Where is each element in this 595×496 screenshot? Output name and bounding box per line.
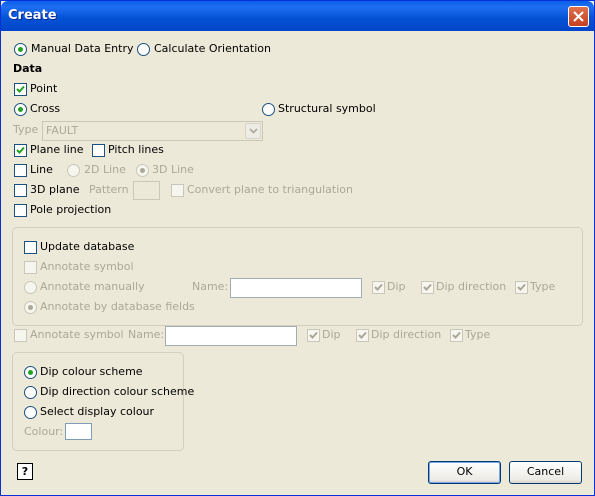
type-label: Type: [13, 123, 39, 136]
check-icon: [423, 283, 432, 291]
data-heading: Data: [13, 62, 43, 75]
type-combo[interactable]: FAULT: [42, 121, 263, 141]
cancel-button[interactable]: Cancel: [509, 461, 582, 484]
line-checkbox[interactable]: [14, 164, 27, 177]
plane-line-label: Plane line: [30, 143, 84, 156]
window-title: Create: [8, 8, 57, 23]
check-icon: [374, 283, 383, 291]
help-icon[interactable]: ?: [17, 463, 33, 480]
line-label: Line: [30, 163, 53, 176]
select-display-colour-label: Select display colour: [40, 405, 155, 418]
annot-dip-checkbox[interactable]: [307, 329, 320, 342]
3d-plane-label: 3D plane: [30, 183, 80, 196]
close-icon: [573, 11, 584, 22]
point-checkbox[interactable]: [14, 83, 27, 96]
close-button[interactable]: [568, 6, 589, 27]
pattern-label: Pattern: [89, 183, 129, 196]
title-bar: Create: [1, 1, 594, 31]
dip-direction-colour-scheme-radio[interactable]: [24, 386, 37, 399]
calculate-orientation-radio[interactable]: [137, 43, 150, 56]
pole-projection-label: Pole projection: [30, 203, 112, 216]
select-display-colour-radio[interactable]: [24, 406, 37, 419]
db-dip-direction-checkbox[interactable]: [421, 281, 434, 294]
annot-dip-direction-checkbox[interactable]: [356, 329, 369, 342]
db-name-label: Name:: [192, 280, 229, 293]
dip-colour-scheme-radio[interactable]: [24, 366, 37, 379]
db-type-label: Type: [530, 280, 556, 293]
annot-dip-direction-label: Dip direction: [371, 328, 442, 341]
annotate-symbol-label: Annotate symbol: [30, 328, 124, 341]
colour-swatch[interactable]: [65, 423, 92, 440]
type-dropdown-button[interactable]: [245, 123, 261, 139]
db-dip-checkbox[interactable]: [372, 281, 385, 294]
pattern-swatch[interactable]: [133, 181, 160, 200]
annot-dip-label: Dip: [322, 328, 341, 341]
manual-data-entry-radio[interactable]: [14, 43, 27, 56]
3d-line-radio[interactable]: [136, 164, 149, 177]
plane-line-checkbox[interactable]: [14, 144, 27, 157]
check-icon: [452, 331, 461, 339]
db-dip-label: Dip: [387, 280, 406, 293]
point-label: Point: [30, 82, 58, 95]
structural-symbol-radio[interactable]: [262, 103, 275, 116]
db-name-field[interactable]: [230, 278, 362, 298]
2d-line-label: 2D Line: [84, 163, 126, 176]
calculate-orientation-label: Calculate Orientation: [154, 42, 271, 55]
3d-plane-checkbox[interactable]: [14, 184, 27, 197]
cross-label: Cross: [30, 102, 61, 115]
annot-name-field[interactable]: [165, 326, 297, 346]
check-icon: [309, 331, 318, 339]
convert-plane-checkbox[interactable]: [171, 184, 184, 197]
create-dialog: Create Manual Data Entry Calculate Orien…: [0, 0, 595, 496]
convert-plane-label: Convert plane to triangulation: [187, 183, 353, 196]
check-icon: [358, 331, 367, 339]
update-database-checkbox[interactable]: [24, 241, 37, 254]
db-annotate-symbol-label: Annotate symbol: [40, 260, 134, 273]
pole-projection-checkbox[interactable]: [14, 204, 27, 217]
check-icon: [16, 85, 25, 93]
manual-data-entry-label: Manual Data Entry: [31, 42, 134, 55]
annotate-manually-label: Annotate manually: [40, 280, 145, 293]
type-value: FAULT: [46, 124, 79, 137]
dip-colour-scheme-label: Dip colour scheme: [40, 365, 143, 378]
pitch-lines-checkbox[interactable]: [92, 144, 105, 157]
chevron-down-icon: [249, 128, 258, 134]
annotate-db-fields-radio[interactable]: [24, 301, 37, 314]
3d-line-label: 3D Line: [152, 163, 194, 176]
annot-type-checkbox[interactable]: [450, 329, 463, 342]
annot-name-label: Name:: [128, 328, 165, 341]
check-icon: [517, 283, 526, 291]
cross-radio[interactable]: [14, 103, 27, 116]
db-dip-direction-label: Dip direction: [436, 280, 507, 293]
dialog-body: Manual Data Entry Calculate Orientation …: [4, 31, 591, 493]
annotate-db-fields-label: Annotate by database fields: [40, 300, 195, 313]
annotate-manually-radio[interactable]: [24, 281, 37, 294]
pitch-lines-label: Pitch lines: [108, 143, 164, 156]
ok-button[interactable]: OK: [428, 461, 501, 484]
structural-symbol-label: Structural symbol: [278, 102, 376, 115]
check-icon: [16, 146, 25, 154]
update-database-label: Update database: [40, 240, 135, 253]
db-annotate-symbol-checkbox[interactable]: [24, 261, 37, 274]
2d-line-radio[interactable]: [67, 164, 80, 177]
annotate-symbol-checkbox[interactable]: [14, 329, 27, 342]
dip-direction-colour-scheme-label: Dip direction colour scheme: [40, 385, 195, 398]
db-type-checkbox[interactable]: [515, 281, 528, 294]
annot-type-label: Type: [465, 328, 491, 341]
colour-label: Colour:: [24, 425, 64, 438]
